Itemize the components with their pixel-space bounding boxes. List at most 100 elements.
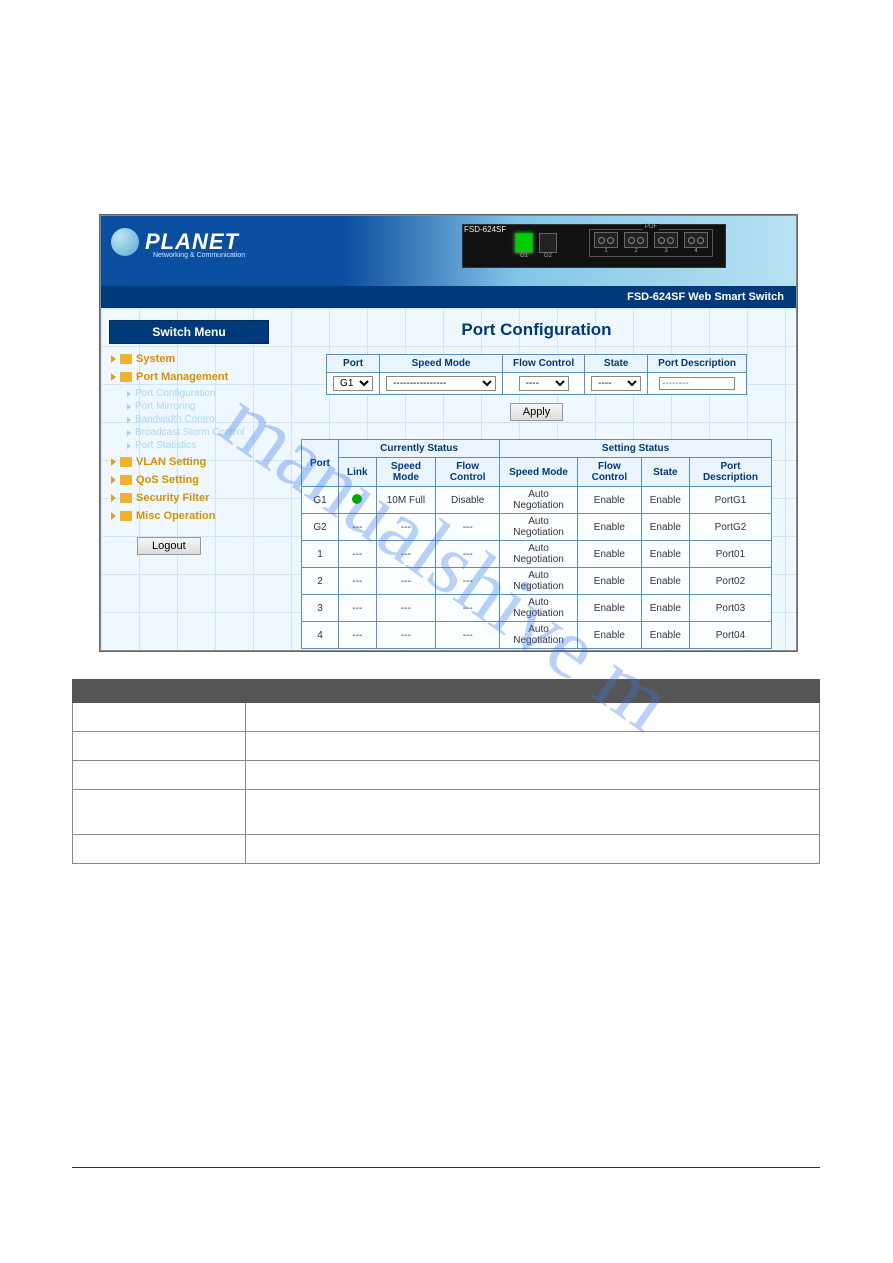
desc-cell bbox=[73, 732, 246, 761]
cell-link: --- bbox=[339, 541, 377, 568]
pof-port-4: 4 bbox=[684, 232, 708, 254]
status-row: 4---------Auto NegotiationEnableEnablePo… bbox=[302, 622, 772, 649]
sidebar-item-label: QoS Setting bbox=[136, 474, 199, 486]
cell-sspeed: Auto Negotiation bbox=[500, 568, 578, 595]
sidebar: Switch Menu System Port Management Port … bbox=[101, 308, 277, 650]
cell-state: Enable bbox=[641, 487, 689, 514]
pof-port-3: 3 bbox=[654, 232, 678, 254]
device-titlebar: FSD-624SF Web Smart Switch bbox=[101, 286, 796, 308]
port-led-on-icon bbox=[515, 233, 533, 253]
status-header-port: Port bbox=[302, 440, 339, 487]
status-header-setting: Setting Status bbox=[500, 440, 772, 458]
sidebar-sub-port-statistics[interactable]: Port Statistics bbox=[127, 440, 269, 451]
status-header-state: State bbox=[641, 458, 689, 487]
desc-table-header bbox=[246, 680, 820, 703]
desc-cell bbox=[246, 790, 820, 835]
status-row: 2---------Auto NegotiationEnableEnablePo… bbox=[302, 568, 772, 595]
sidebar-item-misc-operation[interactable]: Misc Operation bbox=[109, 509, 269, 523]
desc-cell bbox=[246, 732, 820, 761]
cell-cflow: --- bbox=[436, 622, 500, 649]
sidebar-item-label: Security Filter bbox=[136, 492, 209, 504]
cell-port: G2 bbox=[302, 514, 339, 541]
header-banner: PLANET Networking & Communication FSD-62… bbox=[101, 216, 796, 286]
cell-port: 4 bbox=[302, 622, 339, 649]
cell-sflow: Enable bbox=[577, 541, 641, 568]
folder-icon bbox=[120, 493, 132, 503]
state-select[interactable]: ---- bbox=[591, 376, 641, 391]
sidebar-item-qos-setting[interactable]: QoS Setting bbox=[109, 473, 269, 487]
g-port-g2: G2 bbox=[539, 233, 557, 259]
cell-cspeed: --- bbox=[376, 568, 436, 595]
pof-port-label: 4 bbox=[684, 248, 708, 254]
cell-desc: Port04 bbox=[689, 622, 771, 649]
arrow-right-icon bbox=[127, 391, 131, 397]
cell-state: Enable bbox=[641, 595, 689, 622]
sidebar-sub-label: Bandwidth Control bbox=[135, 414, 217, 425]
sidebar-item-label: System bbox=[136, 353, 175, 365]
flow-control-select[interactable]: ---- bbox=[519, 376, 569, 391]
desc-cell bbox=[246, 761, 820, 790]
sidebar-item-port-management[interactable]: Port Management bbox=[109, 370, 269, 384]
pof-label: POF bbox=[643, 224, 659, 230]
status-row: G2---------Auto NegotiationEnableEnableP… bbox=[302, 514, 772, 541]
folder-icon bbox=[120, 511, 132, 521]
sidebar-sub-port-mirroring[interactable]: Port Mirroring bbox=[127, 401, 269, 412]
description-table bbox=[72, 679, 820, 864]
desc-cell bbox=[246, 835, 820, 864]
status-row: G110M FullDisableAuto NegotiationEnableE… bbox=[302, 487, 772, 514]
sidebar-sub-label: Port Mirroring bbox=[135, 401, 196, 412]
cell-sspeed: Auto Negotiation bbox=[500, 514, 578, 541]
status-row: 3---------Auto NegotiationEnableEnablePo… bbox=[302, 595, 772, 622]
arrow-right-icon bbox=[111, 476, 116, 484]
folder-icon bbox=[120, 372, 132, 382]
apply-button[interactable]: Apply bbox=[510, 403, 564, 421]
cell-cflow: --- bbox=[436, 568, 500, 595]
device-front-panel: FSD-624SF G1 G2 POF 1 2 3 4 bbox=[462, 224, 726, 268]
port-description-input[interactable] bbox=[659, 377, 735, 390]
sidebar-item-security-filter[interactable]: Security Filter bbox=[109, 491, 269, 505]
cell-desc: Port02 bbox=[689, 568, 771, 595]
cell-cspeed: --- bbox=[376, 514, 436, 541]
link-up-icon bbox=[352, 494, 362, 504]
sidebar-sub-port-configuration[interactable]: Port Configuration bbox=[127, 388, 269, 399]
cfg-header-state: State bbox=[585, 355, 648, 373]
sidebar-sub-broadcast-storm[interactable]: Broadcast Storm Control bbox=[127, 427, 269, 438]
cell-cflow: --- bbox=[436, 595, 500, 622]
desc-cell bbox=[73, 790, 246, 835]
folder-icon bbox=[120, 475, 132, 485]
cell-link: --- bbox=[339, 568, 377, 595]
pof-port-label: 1 bbox=[594, 248, 618, 254]
screenshot-container: PLANET Networking & Communication FSD-62… bbox=[100, 215, 797, 651]
logout-button[interactable]: Logout bbox=[137, 537, 201, 555]
desc-cell bbox=[73, 761, 246, 790]
sidebar-item-system[interactable]: System bbox=[109, 352, 269, 366]
cell-state: Enable bbox=[641, 622, 689, 649]
port-select[interactable]: G1 bbox=[333, 376, 373, 391]
cell-cspeed: --- bbox=[376, 595, 436, 622]
status-table: Port Currently Status Setting Status Lin… bbox=[301, 439, 772, 649]
config-table: Port Speed Mode Flow Control State Port … bbox=[326, 354, 747, 395]
cell-sspeed: Auto Negotiation bbox=[500, 595, 578, 622]
cell-sspeed: Auto Negotiation bbox=[500, 541, 578, 568]
sidebar-item-label: Port Management bbox=[136, 371, 228, 383]
cell-desc: Port03 bbox=[689, 595, 771, 622]
status-header-link: Link bbox=[339, 458, 377, 487]
speed-mode-select[interactable]: ---------------- bbox=[386, 376, 496, 391]
arrow-right-icon bbox=[111, 355, 116, 363]
cell-state: Enable bbox=[641, 514, 689, 541]
sidebar-sub-bandwidth-control[interactable]: Bandwidth Control bbox=[127, 414, 269, 425]
fiber-port-icon bbox=[654, 232, 678, 248]
folder-icon bbox=[120, 457, 132, 467]
pof-port-2: 2 bbox=[624, 232, 648, 254]
sidebar-item-label: Misc Operation bbox=[136, 510, 215, 522]
arrow-right-icon bbox=[111, 373, 116, 381]
cell-desc: PortG1 bbox=[689, 487, 771, 514]
status-header-cspeed: Speed Mode bbox=[376, 458, 436, 487]
folder-icon bbox=[120, 354, 132, 364]
main-content: Port Configuration Port Speed Mode Flow … bbox=[277, 308, 796, 650]
sidebar-item-vlan-setting[interactable]: VLAN Setting bbox=[109, 455, 269, 469]
cell-state: Enable bbox=[641, 541, 689, 568]
g-port-label: G1 bbox=[515, 253, 533, 259]
fiber-port-icon bbox=[624, 232, 648, 248]
device-model-label: FSD-624SF bbox=[460, 224, 510, 235]
